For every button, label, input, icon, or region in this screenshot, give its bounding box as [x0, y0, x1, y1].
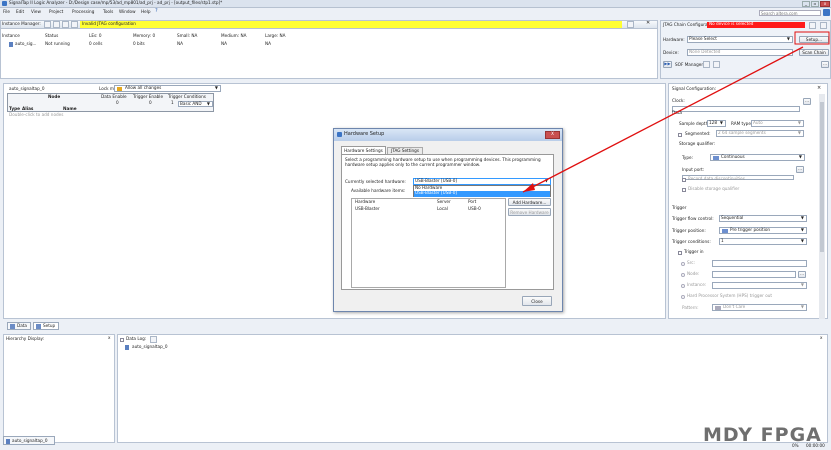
annotation-arrow-line — [522, 46, 804, 193]
annotation-arrow-head — [523, 183, 535, 192]
annotation-arrow — [522, 31, 830, 193]
annotation-highlight-box — [794, 31, 830, 45]
